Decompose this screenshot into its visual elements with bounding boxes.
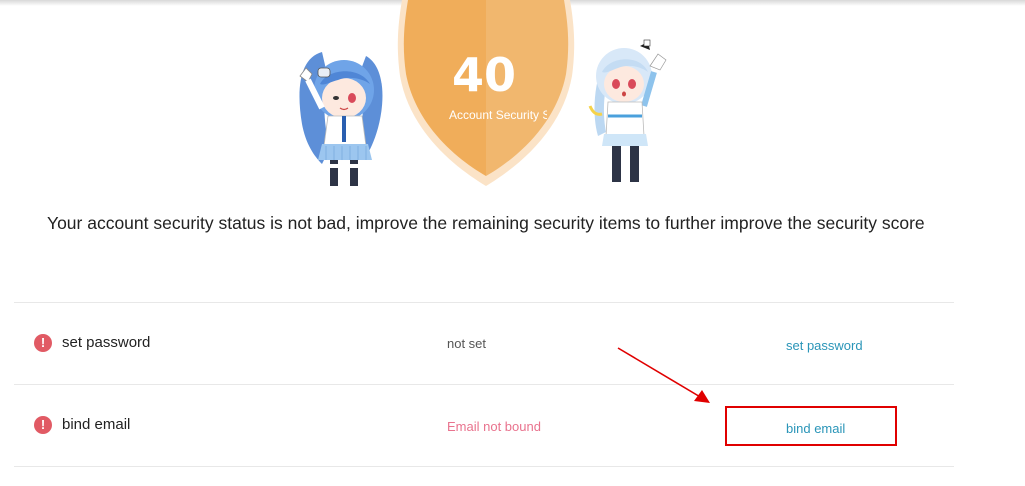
annotation-arrow: [617, 347, 710, 403]
mascot-left-illustration: [299, 52, 383, 186]
set-password-link[interactable]: set password: [786, 338, 863, 354]
exclamation-icon: !: [34, 416, 52, 434]
security-score-label: Account Security Score: [449, 108, 547, 122]
security-item-name: set password: [62, 334, 151, 351]
exclamation-icon: !: [34, 334, 52, 352]
annotation-highlight-box: [725, 406, 897, 446]
mascot-right-illustration: [588, 39, 667, 182]
security-page: 40 Account Security Score: [0, 0, 1025, 486]
security-item-name: bind email: [62, 416, 131, 433]
security-score-hero: 40 Account Security Score: [0, 0, 1025, 200]
security-item-set-password: ! set password not set set password: [14, 303, 954, 385]
security-item-status: not set: [447, 336, 487, 351]
security-item-status: Email not bound: [447, 419, 541, 434]
security-score-value: 40: [451, 48, 516, 102]
security-status-message: Your account security status is not bad,…: [47, 213, 925, 233]
